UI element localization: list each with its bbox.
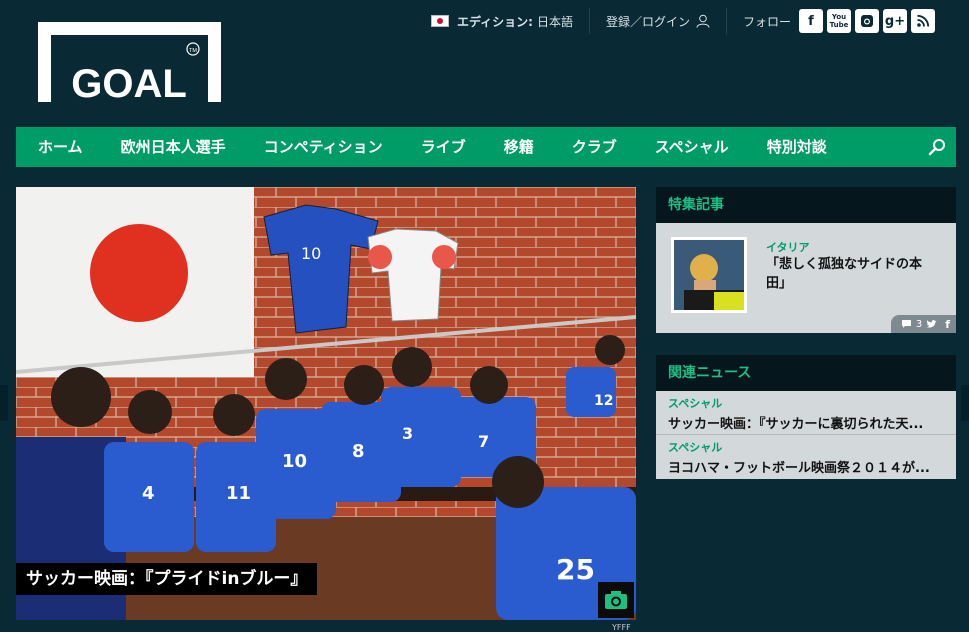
login-link[interactable]: 登録／ログイン bbox=[606, 13, 690, 30]
jersey-number: 10 bbox=[282, 451, 307, 472]
social-links: f You Tube g+ bbox=[799, 9, 935, 33]
hero-caption[interactable]: サッカー映画：『プライドinブルー』 bbox=[16, 563, 318, 595]
trademark: TM bbox=[189, 48, 197, 54]
rss-icon[interactable] bbox=[911, 9, 935, 33]
feature-panel: 特集記事 イタリア 「悲しく孤独なサイドの本田」 3 f bbox=[656, 187, 956, 333]
article-stats: 3 f bbox=[890, 315, 956, 333]
related-heading: 関連ニュース bbox=[656, 355, 956, 391]
jersey-number: 12 bbox=[594, 393, 613, 409]
logo-text: GOAL bbox=[71, 62, 187, 102]
article-category[interactable]: イタリア bbox=[766, 239, 810, 255]
team-photo-illustration: 10 4 11 10 8 3 7 12 25 bbox=[16, 187, 636, 620]
facebook-share-icon[interactable]: f bbox=[945, 318, 950, 331]
nav-item-competitions[interactable]: コンペティション bbox=[245, 127, 402, 167]
photo-credit: YFFF bbox=[612, 623, 631, 632]
jersey-number: 11 bbox=[226, 483, 251, 504]
feature-heading: 特集記事 bbox=[656, 187, 956, 223]
divider bbox=[588, 8, 590, 34]
main-nav: ホーム 欧州日本人選手 コンペティション ライブ 移籍 クラブ スペシャル 特別… bbox=[16, 127, 956, 167]
jersey-number: 8 bbox=[352, 441, 365, 462]
follow-label: フォロー bbox=[742, 14, 791, 29]
comment-count: 3 bbox=[915, 318, 923, 330]
search-icon[interactable] bbox=[928, 138, 946, 156]
nav-item-interviews[interactable]: 特別対談 bbox=[748, 127, 846, 167]
goal-logo[interactable]: GOAL TM bbox=[38, 22, 221, 102]
user-icon[interactable] bbox=[696, 14, 710, 28]
nav-item-clubs[interactable]: クラブ bbox=[553, 127, 636, 167]
edition-label: エディション: bbox=[456, 14, 533, 29]
feature-article[interactable]: イタリア 「悲しく孤独なサイドの本田」 3 f bbox=[656, 223, 956, 333]
article-thumbnail[interactable] bbox=[671, 237, 747, 313]
nav-item-home[interactable]: ホーム bbox=[16, 127, 102, 167]
jersey-number: 7 bbox=[478, 432, 489, 451]
camera-icon[interactable] bbox=[598, 582, 634, 618]
carousel-prev-button[interactable] bbox=[0, 385, 8, 421]
divider bbox=[725, 8, 727, 34]
news-title[interactable]: ヨコハマ・フットボール映画祭２０１４が... bbox=[668, 457, 944, 476]
hero-image[interactable]: 10 4 11 10 8 3 7 12 25 bbox=[16, 187, 636, 620]
jersey-number: 3 bbox=[402, 424, 413, 443]
nav-item-japanese-players-in-europe[interactable]: 欧州日本人選手 bbox=[102, 127, 245, 167]
top-bar: エディション: 日本語 登録／ログイン フォロー f You Tube g+ bbox=[430, 8, 935, 34]
instagram-icon[interactable] bbox=[855, 9, 879, 33]
youtube-icon[interactable]: You Tube bbox=[827, 9, 851, 33]
japan-flag-icon bbox=[430, 15, 449, 27]
comment-icon[interactable] bbox=[901, 319, 912, 329]
facebook-icon[interactable]: f bbox=[799, 9, 823, 33]
google-plus-icon[interactable]: g+ bbox=[883, 9, 907, 33]
news-category[interactable]: スペシャル bbox=[668, 439, 944, 455]
article-title[interactable]: 「悲しく孤独なサイドの本田」 bbox=[766, 255, 941, 293]
nav-item-specials[interactable]: スペシャル bbox=[636, 127, 748, 167]
related-news-panel: 関連ニュース スペシャル サッカー映画：『サッカーに裏切られた天... スペシャ… bbox=[656, 355, 956, 479]
news-title[interactable]: サッカー映画：『サッカーに裏切られた天... bbox=[668, 413, 944, 432]
nav-item-live[interactable]: ライブ bbox=[402, 127, 485, 167]
jersey-number: 25 bbox=[556, 553, 595, 586]
carousel-next-button[interactable] bbox=[961, 385, 969, 421]
list-item[interactable]: スペシャル サッカー映画：『サッカーに裏切られた天... bbox=[656, 391, 956, 435]
edition-selector[interactable]: 日本語 bbox=[537, 13, 573, 30]
list-item[interactable]: スペシャル ヨコハマ・フットボール映画祭２０１４が... bbox=[656, 435, 956, 479]
twitter-icon[interactable] bbox=[926, 319, 937, 329]
related-news-list: スペシャル サッカー映画：『サッカーに裏切られた天... スペシャル ヨコハマ・… bbox=[656, 391, 956, 479]
news-category[interactable]: スペシャル bbox=[668, 395, 944, 411]
jersey-number: 10 bbox=[301, 244, 321, 263]
nav-item-transfers[interactable]: 移籍 bbox=[485, 127, 553, 167]
jersey-number: 4 bbox=[142, 483, 155, 504]
